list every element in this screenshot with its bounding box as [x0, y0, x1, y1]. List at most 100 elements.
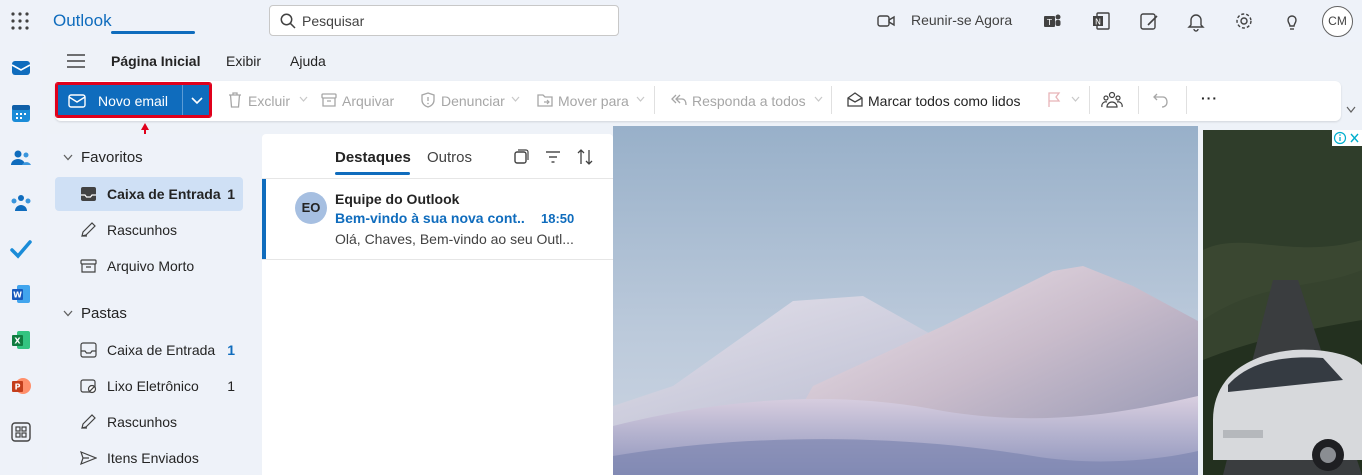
tab-home[interactable]: Página Inicial	[111, 53, 200, 69]
meet-now-button[interactable]: Reunir-se Agora	[911, 12, 1012, 28]
ribbon-tabs: Página Inicial Exibir Ajuda	[47, 44, 1362, 80]
people-icon[interactable]	[9, 146, 33, 170]
excel-icon[interactable]: X	[9, 328, 33, 352]
favorite-inbox[interactable]: Caixa de Entrada 1	[55, 177, 243, 211]
mail-icon	[68, 94, 86, 108]
folder-sent[interactable]: Itens Enviados	[55, 441, 243, 475]
folder-inbox[interactable]: Caixa de Entrada 1	[55, 333, 243, 367]
sort-icon[interactable]	[576, 148, 594, 166]
powerpoint-icon[interactable]: P	[9, 374, 33, 398]
filter-icon[interactable]	[544, 148, 562, 166]
gear-icon[interactable]	[1233, 10, 1255, 32]
toolbar-divider	[1138, 86, 1139, 114]
chevron-down-icon[interactable]	[299, 96, 308, 102]
drafts-icon	[81, 222, 96, 237]
ad-image	[1203, 130, 1362, 475]
svg-text:W: W	[13, 291, 22, 300]
toolbar-divider	[831, 86, 832, 114]
inbox-icon	[81, 187, 96, 201]
calendar-icon[interactable]	[9, 101, 33, 125]
mail-icon[interactable]	[9, 56, 33, 80]
select-icon[interactable]	[512, 148, 530, 166]
tab-other[interactable]: Outros	[427, 149, 472, 166]
tab-focused[interactable]: Destaques	[335, 149, 411, 166]
more-apps-icon[interactable]	[9, 420, 33, 444]
account-avatar[interactable]: CM	[1322, 6, 1353, 37]
message-time: 18:50	[541, 211, 575, 226]
toolbar-divider	[654, 86, 655, 114]
top-bar: Outlook Pesquisar Reunir-se Agora T N CM	[0, 0, 1362, 42]
folders-heading[interactable]: Pastas	[81, 305, 127, 322]
chevron-down-icon[interactable]	[814, 96, 823, 102]
hamburger-icon[interactable]	[67, 54, 85, 68]
onenote-icon[interactable]: N	[1090, 10, 1112, 32]
drafts-icon	[81, 414, 96, 429]
notes-icon[interactable]	[1138, 10, 1160, 32]
folder-move-icon	[537, 94, 553, 107]
toolbar-divider	[1089, 86, 1090, 114]
favorites-heading[interactable]: Favoritos	[81, 149, 143, 166]
flag-icon[interactable]	[1045, 91, 1063, 109]
ad-info-icon	[1333, 131, 1359, 145]
chevron-down-icon[interactable]	[191, 95, 203, 105]
ad-choices-badge[interactable]	[1332, 130, 1362, 146]
search-input[interactable]: Pesquisar	[269, 5, 619, 36]
junk-icon	[80, 379, 97, 394]
split-divider	[182, 85, 183, 115]
sender-avatar: EO	[295, 192, 327, 224]
active-tab-indicator	[335, 172, 410, 175]
lightbulb-icon[interactable]	[1281, 10, 1303, 32]
reply-all-icon	[671, 94, 687, 106]
svg-text:P: P	[15, 383, 21, 392]
archive-icon	[321, 93, 337, 107]
tab-help[interactable]: Ajuda	[290, 53, 326, 69]
message-preview: Olá, Chaves, Bem-vindo ao seu Outl...	[335, 231, 574, 247]
more-options-button[interactable]: ···	[1201, 90, 1218, 106]
sent-icon	[80, 450, 97, 466]
svg-text:X: X	[14, 337, 21, 346]
toolbar-divider	[1186, 86, 1187, 114]
folder-pane: Favoritos Caixa de Entrada 1 Rascunhos A…	[47, 134, 261, 475]
teams-icon[interactable]: T	[1041, 10, 1063, 32]
shield-icon	[421, 92, 435, 108]
message-list: Destaques Outros EO Equipe do Outlook Be…	[262, 134, 613, 475]
background-image	[613, 126, 1198, 475]
chevron-down-icon[interactable]	[636, 96, 645, 102]
tab-view[interactable]: Exibir	[226, 53, 261, 69]
groups-icon[interactable]	[9, 191, 33, 215]
active-tab-indicator	[111, 31, 195, 34]
search-icon	[280, 13, 296, 29]
favorite-archive[interactable]: Arquivo Morto	[55, 249, 243, 283]
todo-icon[interactable]	[9, 237, 33, 261]
unread-indicator	[262, 179, 266, 259]
app-title[interactable]: Outlook	[53, 11, 112, 31]
folder-junk[interactable]: Lixo Eletrônico 1	[55, 369, 243, 403]
bell-icon[interactable]	[1185, 10, 1207, 32]
trash-icon	[229, 92, 241, 108]
chevron-down-icon[interactable]	[1071, 96, 1080, 102]
video-icon[interactable]	[875, 10, 897, 32]
folder-drafts[interactable]: Rascunhos	[55, 405, 243, 439]
advertisement[interactable]	[1203, 130, 1362, 475]
message-sender: Equipe do Outlook	[335, 191, 460, 207]
undo-icon[interactable]	[1152, 91, 1170, 109]
waffle-icon[interactable]	[10, 11, 30, 31]
chevron-down-icon[interactable]	[1346, 106, 1356, 113]
svg-text:T: T	[1046, 18, 1052, 27]
chevron-down-icon[interactable]	[511, 96, 520, 102]
mail-read-icon	[847, 92, 863, 107]
app-rail: W X P	[0, 42, 42, 475]
message-item[interactable]: EO Equipe do Outlook Bem-vindo à sua nov…	[262, 179, 613, 260]
chevron-down-icon[interactable]	[63, 310, 73, 317]
favorite-drafts[interactable]: Rascunhos	[55, 213, 243, 247]
groups-icon[interactable]	[1101, 90, 1123, 110]
chevron-down-icon[interactable]	[63, 154, 73, 161]
new-email-button[interactable]: Novo email	[55, 82, 212, 118]
message-subject: Bem-vindo à sua nova cont...	[335, 210, 525, 226]
svg-text:N: N	[1095, 18, 1101, 27]
inbox-icon	[80, 342, 97, 358]
search-placeholder: Pesquisar	[302, 13, 365, 29]
word-icon[interactable]: W	[9, 282, 33, 306]
archive-icon	[80, 259, 97, 273]
reading-pane	[613, 126, 1198, 475]
